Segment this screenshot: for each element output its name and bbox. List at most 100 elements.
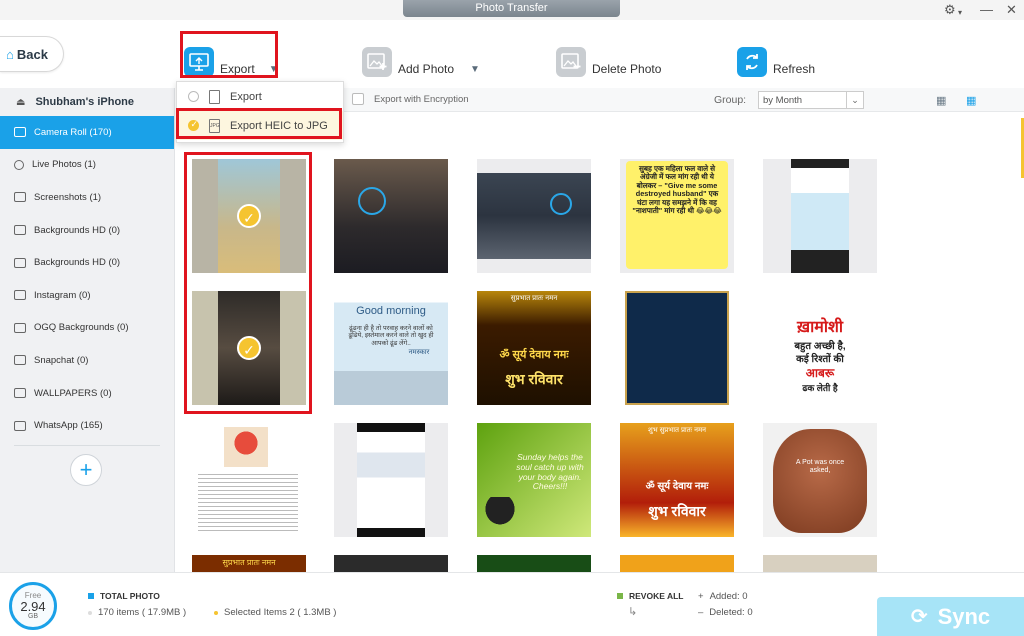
grid-view-icon[interactable]: ▦ — [936, 94, 946, 107]
photo-caption: शुभ रविवार — [505, 371, 563, 387]
photo-caption: Sunday helps the soul catch up with your… — [516, 452, 584, 492]
sidebar-item-album[interactable]: Instagram (0) — [0, 279, 174, 312]
photo-caption: आबरू — [805, 366, 835, 380]
delete-photo-button[interactable]: Delete Photo — [556, 40, 661, 84]
sidebar-item-album[interactable]: Live Photos (1) — [0, 149, 174, 182]
back-label: Back — [16, 46, 48, 62]
add-photo-button[interactable]: Add Photo ▼ — [362, 40, 480, 84]
comic-screenshot — [791, 159, 849, 273]
device-name: Shubham's iPhone — [35, 96, 135, 108]
total-label: TOTAL PHOTO — [100, 591, 160, 601]
sidebar-item-album[interactable]: WhatsApp (165) — [0, 409, 174, 442]
photo-thumbnail[interactable]: ख़ामोशी बहुत अच्छी है, कई रिश्तों की आबर… — [763, 291, 877, 405]
storage-indicator: Free 2.94 GB — [9, 582, 57, 630]
photo-caption: शुभ सुप्रभात प्रातः नमन — [647, 427, 707, 434]
live-photo-icon — [550, 193, 572, 215]
photo-thumbnail[interactable] — [620, 291, 734, 405]
sidebar-item-label: Instagram (0) — [34, 289, 91, 301]
screenshot-icon — [14, 192, 26, 203]
photo-thumbnail[interactable]: सुबह एक महिला फल वाले से अंग्रेजी में फल… — [620, 159, 734, 273]
photo-thumbnail[interactable] — [763, 555, 877, 572]
revoke-legend-icon — [617, 593, 623, 599]
sidebar-item-label: WhatsApp (165) — [34, 420, 103, 432]
photo-thumbnail[interactable] — [620, 555, 734, 572]
photo-title: Good morning — [356, 305, 426, 317]
encryption-label: Export with Encryption — [374, 94, 469, 105]
sidebar-item-album[interactable]: Camera Roll (170) — [0, 116, 174, 149]
refresh-button[interactable]: Refresh — [737, 40, 815, 84]
album-icon — [14, 388, 26, 399]
photo-title: ख़ामोशी — [797, 319, 843, 336]
deleted-count: – Deleted: 0 — [698, 607, 753, 618]
sidebar-item-label: OGQ Backgrounds (0) — [34, 322, 129, 334]
group-label: Group: — [714, 94, 747, 106]
sidebar-divider — [14, 445, 160, 446]
photo-thumbnail[interactable] — [334, 555, 448, 572]
export-menu-item-export[interactable]: Export — [177, 82, 343, 111]
bullet-icon — [214, 610, 218, 615]
selected-items-value: Selected Items 2 ( 1.3MB ) — [224, 607, 337, 618]
chevron-down-icon: ⌄ — [846, 92, 863, 108]
album-icon — [14, 225, 26, 236]
settings-chevron-icon[interactable]: ▾ — [958, 5, 962, 21]
photo-thumbnail[interactable]: सुप्रभात प्रातः नमन — [192, 555, 306, 572]
album-icon — [14, 355, 26, 366]
revoke-all-button[interactable]: REVOKE ALL — [617, 591, 683, 601]
added-value: Added: 0 — [709, 591, 748, 602]
album-icon — [14, 322, 26, 333]
minimize-icon[interactable]: — — [980, 2, 993, 18]
add-photo-label: Add Photo — [398, 62, 455, 76]
photo-thumbnail[interactable]: सुप्रभात प्रातः नमन ॐ सूर्य देवाय नमः शु… — [477, 291, 591, 405]
live-photo-icon — [14, 159, 24, 170]
photo-thumbnail[interactable]: A Pot was once asked, — [763, 423, 877, 537]
device-header[interactable]: ⏏ Shubham's iPhone — [0, 88, 174, 116]
close-icon[interactable]: ✕ — [1006, 2, 1017, 18]
photo-thumbnail[interactable] — [192, 423, 306, 537]
photo-caption: ॐ सूर्य देवाय नमः — [499, 349, 569, 361]
group-select[interactable]: by Month ⌄ — [758, 91, 864, 109]
delete-photo-label: Delete Photo — [592, 62, 662, 76]
sidebar-item-album[interactable]: OGQ Backgrounds (0) — [0, 312, 174, 345]
photo-caption: शुभ रविवार — [648, 503, 706, 519]
deleted-value: Deleted: 0 — [709, 607, 753, 618]
bullet-icon — [88, 610, 92, 615]
photo-caption: ढूंढना ही है तो परवाह करने वालों को ढूंढ… — [348, 325, 434, 347]
settings-icon[interactable]: ⚙ — [944, 2, 956, 18]
sidebar-item-album[interactable]: Screenshots (1) — [0, 181, 174, 214]
selected-items: Selected Items 2 ( 1.3MB ) — [214, 607, 336, 618]
add-photo-icon — [362, 47, 392, 77]
sync-icon: ⟳ — [910, 606, 928, 628]
menu-item-highlight — [176, 108, 342, 139]
sync-button[interactable]: ⟳ Sync — [877, 597, 1024, 636]
sidebar-item-album[interactable]: Snapchat (0) — [0, 344, 174, 377]
total-items-value: 170 items ( 17.9MB ) — [98, 607, 187, 618]
status-bar: Free 2.94 GB TOTAL PHOTO 170 items ( 17.… — [0, 572, 1024, 636]
sidebar-item-album[interactable]: Backgrounds HD (0) — [0, 246, 174, 279]
album-icon — [14, 290, 26, 301]
plus-icon: + — [698, 591, 704, 602]
selection-highlight — [184, 152, 312, 414]
eject-icon[interactable]: ⏏ — [16, 97, 25, 108]
add-album-button[interactable]: + — [70, 454, 102, 486]
photo-thumbnail[interactable]: Sunday helps the soul catch up with your… — [477, 423, 591, 537]
photo-thumbnail[interactable] — [334, 159, 448, 273]
photo-thumbnail[interactable]: शुभ सुप्रभात प्रातः नमन ॐ सूर्य देवाय नम… — [620, 423, 734, 537]
photo-thumbnail[interactable] — [763, 159, 877, 273]
total-items: 170 items ( 17.9MB ) — [88, 607, 186, 618]
sidebar-item-album[interactable]: Backgrounds HD (0) — [0, 214, 174, 247]
photo-caption: कई रिश्तों की — [796, 354, 844, 365]
sync-label: Sync — [937, 603, 991, 629]
group-select-value: by Month — [763, 95, 803, 106]
photo-caption: बहुत अच्छी है, — [794, 341, 846, 352]
encryption-checkbox[interactable] — [352, 93, 364, 105]
chevron-down-icon[interactable]: ▼ — [470, 64, 480, 75]
back-button[interactable]: ⌂ Back — [0, 36, 64, 72]
photo-thumbnail[interactable] — [477, 159, 591, 273]
list-view-icon[interactable]: ▦ — [966, 94, 976, 107]
photo-thumbnail[interactable]: Good morning ढूंढना ही है तो परवाह करने … — [334, 291, 448, 405]
photo-thumbnail[interactable] — [477, 555, 591, 572]
photo-caption: सुबह एक महिला फल वाले से अंग्रेजी में फल… — [632, 164, 722, 215]
sidebar-item-album[interactable]: WALLPAPERS (0) — [0, 377, 174, 410]
photo-thumbnail[interactable] — [334, 423, 448, 537]
photo-caption: A Pot was once asked, — [795, 459, 845, 475]
